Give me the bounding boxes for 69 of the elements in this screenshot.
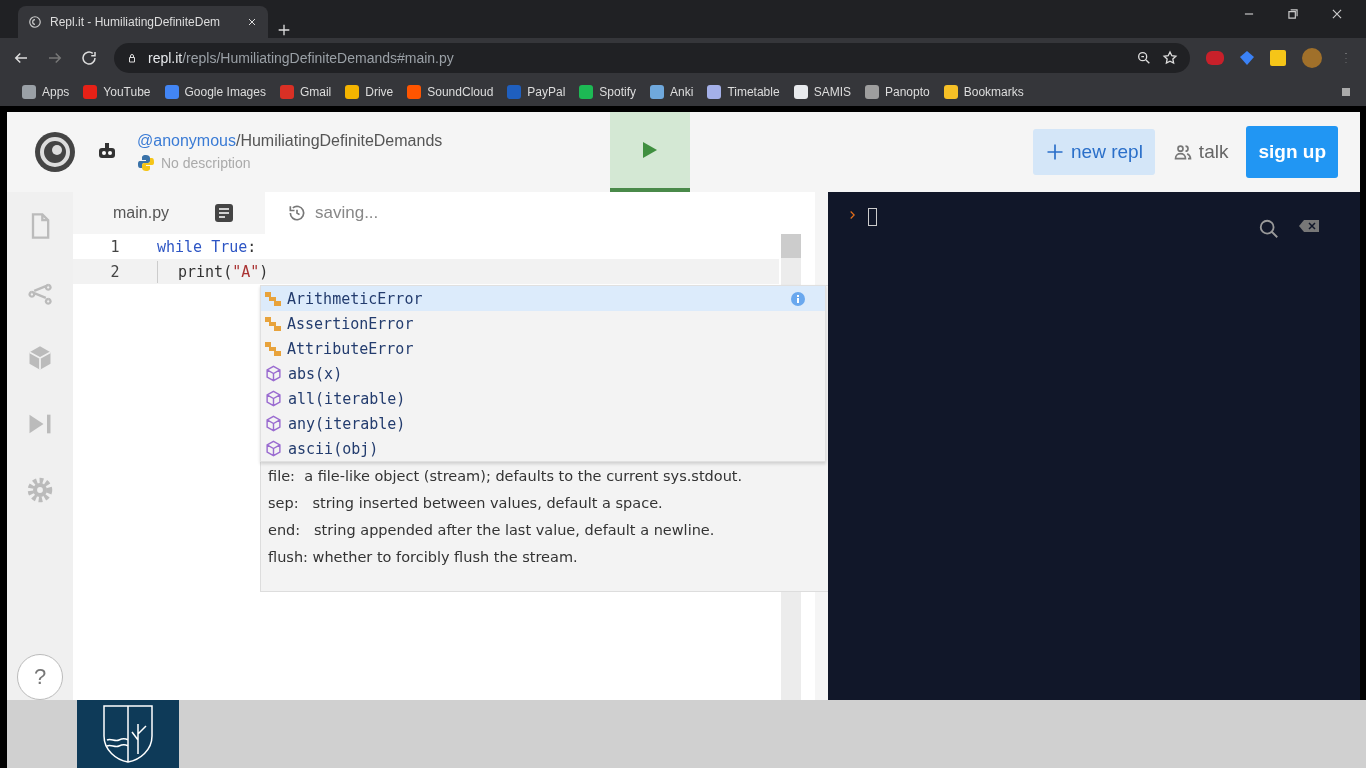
- run-button[interactable]: [610, 112, 690, 192]
- play-icon: [642, 141, 658, 159]
- suggestion-item[interactable]: all(iterable): [261, 386, 825, 411]
- bookmark-link[interactable]: Bookmarks: [943, 85, 1024, 99]
- new-button[interactable]: new repl: [1033, 129, 1155, 175]
- class-icon: [265, 341, 281, 356]
- new-tab-icon[interactable]: [276, 22, 292, 38]
- code-line: 1 while True:: [109, 236, 258, 258]
- doc-text: file: a file-like object (stream); defaults to the current sys.stdout.: [268, 468, 744, 486]
- bookmark-link[interactable]: SAMIS: [793, 85, 851, 99]
- zoom-icon[interactable]: [1136, 50, 1152, 66]
- suggestion-item[interactable]: AttributeError: [261, 336, 825, 361]
- suggestion-item[interactable]: ascii(obj): [261, 436, 825, 461]
- document-icon: [215, 204, 234, 222]
- bookmark-link[interactable]: Spotify: [579, 85, 637, 99]
- suggestion-item[interactable]: any(iterable): [261, 411, 825, 436]
- url-text: repl.it/repls/HumiliatingDefiniteDemands#main.py: [148, 50, 455, 66]
- lock-icon: [126, 52, 138, 64]
- plus-icon: [1045, 142, 1066, 162]
- bookmark-link[interactable]: Timetable: [707, 85, 780, 99]
- search-icon[interactable]: [1258, 218, 1280, 240]
- close-icon[interactable]: [1330, 7, 1344, 21]
- repl-title: @anonymous/HumiliatingDefiniteDemands: [137, 132, 444, 150]
- extension-icon[interactable]: [1240, 51, 1254, 65]
- doc-text: flush: whether to forcibly flush the stream.: [268, 549, 579, 567]
- python-icon: [137, 154, 155, 172]
- swirl-icon: [28, 15, 42, 29]
- suggestion-item[interactable]: AssertionError: [261, 311, 825, 336]
- settings-icon[interactable]: [26, 476, 54, 504]
- cube-icon: [265, 440, 282, 457]
- star-icon[interactable]: [1162, 50, 1178, 66]
- bookmark-link[interactable]: Google Images: [164, 85, 266, 99]
- bookmark-link[interactable]: Apps: [22, 85, 70, 99]
- talk-button[interactable]: talk: [1168, 129, 1233, 175]
- spiral-logo[interactable]: [33, 130, 77, 174]
- avatar-icon[interactable]: [1302, 48, 1322, 68]
- doc-text: sep: string inserted between values, default a space.: [268, 495, 664, 513]
- class-icon: [265, 291, 281, 306]
- close-icon[interactable]: [246, 16, 258, 28]
- class-icon: [265, 316, 281, 331]
- bookmark-link[interactable]: PayPal: [507, 85, 566, 99]
- bookmark-link[interactable]: SoundCloud: [407, 85, 494, 99]
- bookmark-link[interactable]: Gmail: [279, 85, 332, 99]
- file-tab[interactable]: main.py: [73, 192, 265, 234]
- reload-icon[interactable]: [80, 49, 98, 67]
- info-icon[interactable]: [791, 291, 805, 306]
- people-icon: [1172, 142, 1193, 162]
- scrollbar-thumb[interactable]: [781, 234, 801, 258]
- restore-icon[interactable]: [1286, 7, 1300, 21]
- help-button[interactable]: ?: [17, 654, 63, 700]
- saving-status: saving...: [315, 203, 379, 223]
- suggestion-item[interactable]: abs(x): [261, 361, 825, 386]
- bookmark-link[interactable]: Drive: [345, 85, 394, 99]
- cube-icon: [265, 415, 282, 432]
- description-text: No description: [161, 155, 251, 171]
- history-icon: [287, 203, 307, 223]
- browser-tab[interactable]: Repl.it - HumiliatingDefiniteDem: [18, 6, 268, 38]
- clear-icon[interactable]: [1298, 218, 1320, 234]
- cube-icon: [265, 390, 282, 407]
- bookmark-link[interactable]: Panopto: [865, 85, 930, 99]
- suggestion-item[interactable]: ArithmeticError: [261, 286, 825, 311]
- bookmark-link[interactable]: Anki: [650, 85, 694, 99]
- cube-icon: [265, 365, 282, 382]
- address-bar[interactable]: repl.it/repls/HumiliatingDefiniteDemands#main.py: [114, 43, 1190, 73]
- doc-text: end: string appended after the last value, default a newline.: [268, 522, 716, 540]
- extension-icon[interactable]: [1206, 51, 1224, 65]
- console-cursor: [868, 208, 877, 226]
- bookmark-link[interactable]: YouTube: [83, 85, 151, 99]
- cube-icon[interactable]: [26, 344, 54, 372]
